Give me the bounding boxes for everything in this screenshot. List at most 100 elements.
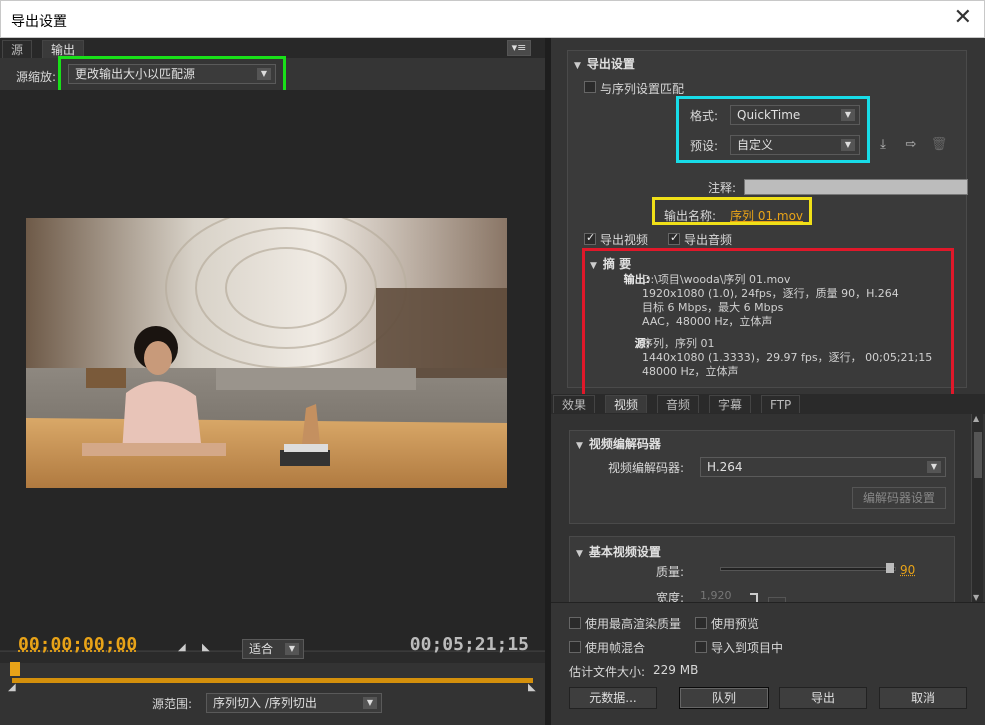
source-scale-label: 源缩放: <box>16 70 57 84</box>
estimated-size-label: 估计文件大小: <box>569 665 646 679</box>
preview-area <box>0 90 545 650</box>
settings-scrollbar[interactable]: ▲ ▼ <box>971 414 983 602</box>
source-scale-value: 更改输出大小以匹配源 <box>75 67 196 81</box>
summary-output-bitrate: 目标 6 Mbps，最大 6 Mbps <box>642 301 784 314</box>
export-settings-title[interactable]: ▼ 导出设置 <box>574 55 635 72</box>
preset-label: 预设: <box>690 139 719 153</box>
queue-button[interactable]: 队列 <box>679 687 769 709</box>
settings-panel: ▼ 导出设置 与序列设置匹配 格式: QuickTime ▼ 预设: 自定义 ▼ … <box>551 38 985 725</box>
import-into-project-checkbox[interactable] <box>695 641 707 653</box>
window-title: 导出设置 <box>11 14 67 30</box>
video-codec-section: ▼ 视频编解码器 视频编解码器: H.264 ▼ 编解码器设置 <box>569 430 955 524</box>
mark-in-icon[interactable]: ◢ <box>178 642 190 654</box>
import-into-project-label: 导入到项目中 <box>711 641 784 655</box>
triangle-down-icon: ▼ <box>576 549 583 559</box>
triangle-down-icon: ▼ <box>576 441 583 451</box>
export-options-footer: 使用最高渲染质量 使用预览 使用帧混合 导入到项目中 估计文件大小: 229 M… <box>551 602 985 725</box>
tab-effects[interactable]: 效果 <box>553 395 596 413</box>
fit-value: 适合 <box>249 642 274 656</box>
max-render-quality-label: 使用最高渲染质量 <box>585 617 682 631</box>
preview-photo <box>26 218 507 488</box>
fit-dropdown[interactable]: 适合 ▼ <box>242 639 304 659</box>
source-range-dropdown[interactable]: 序列切入 /序列切出 ▼ <box>206 693 382 713</box>
comment-label: 注释: <box>708 181 737 195</box>
source-range-value: 序列切入 /序列切出 <box>213 696 317 710</box>
match-sequence-checkbox[interactable] <box>584 81 596 93</box>
chevron-down-icon: ▼ <box>927 461 941 473</box>
summary-output-audio: AAC，48000 Hz，立体声 <box>642 315 773 328</box>
playhead-handle[interactable] <box>10 662 20 676</box>
cancel-button[interactable]: 取消 <box>879 687 967 709</box>
scroll-down-icon[interactable]: ▼ <box>973 593 979 602</box>
chevron-down-icon: ▼ <box>285 643 299 655</box>
video-codec-title[interactable]: ▼ 视频编解码器 <box>576 435 661 452</box>
quality-slider-thumb[interactable] <box>886 563 894 573</box>
mark-out-icon[interactable]: ◣ <box>202 642 214 654</box>
quality-value[interactable]: 90 <box>900 563 915 577</box>
basic-video-settings-title[interactable]: ▼ 基本视频设置 <box>576 543 661 560</box>
tab-source[interactable]: 源 <box>2 40 33 58</box>
timeline-bar[interactable] <box>12 678 533 683</box>
match-sequence-label: 与序列设置匹配 <box>600 82 685 96</box>
format-dropdown[interactable]: QuickTime ▼ <box>730 105 860 125</box>
comment-field[interactable] <box>744 179 968 195</box>
summary-source-audio: 48000 Hz，立体声 <box>642 365 739 378</box>
export-video-checkbox[interactable] <box>584 231 596 245</box>
preset-value: 自定义 <box>737 138 774 152</box>
max-render-quality-checkbox[interactable] <box>569 617 581 629</box>
source-scale-row: 源缩放: 更改输出大小以匹配源 ▼ <box>0 56 545 93</box>
panel-menu-icon[interactable]: ▾≡ <box>507 40 531 56</box>
preset-dropdown[interactable]: 自定义 ▼ <box>730 135 860 155</box>
preview-image <box>26 218 507 488</box>
tab-video[interactable]: 视频 <box>605 395 648 413</box>
use-previews-checkbox[interactable] <box>695 617 707 629</box>
video-settings-area: ▼ 视频编解码器 视频编解码器: H.264 ▼ 编解码器设置 ▼ 基本视频设置 质… <box>551 414 971 607</box>
metadata-button[interactable]: 元数据... <box>569 687 657 709</box>
quality-slider[interactable] <box>720 567 896 571</box>
timecode-out: 00;05;21;15 <box>409 634 529 655</box>
triangle-down-icon: ▼ <box>574 61 581 71</box>
width-value[interactable]: 1,920 <box>700 589 732 602</box>
use-previews-label: 使用预览 <box>711 617 760 631</box>
chevron-down-icon: ▼ <box>257 68 271 80</box>
quality-label: 质量: <box>656 565 685 579</box>
frame-blending-checkbox[interactable] <box>569 641 581 653</box>
tab-ftp[interactable]: FTP <box>761 395 801 413</box>
out-point-icon[interactable]: ◣ <box>528 682 540 694</box>
scrollbar-thumb[interactable] <box>974 432 982 478</box>
format-label: 格式: <box>690 109 719 123</box>
tab-audio[interactable]: 音频 <box>657 395 700 413</box>
scroll-up-icon[interactable]: ▲ <box>973 414 979 423</box>
summary-title[interactable]: ▼ 摘 要 <box>590 255 631 272</box>
summary-source: 序列，序列 01 1440x1080 (1.3333)，29.97 fps，逐行… <box>642 337 962 379</box>
source-range-label: 源范围: <box>152 697 193 711</box>
summary-output-video: 1920x1080 (1.0), 24fps，逐行，质量 90，H.264 <box>642 287 899 300</box>
output-name-label: 输出名称: <box>664 209 717 223</box>
summary-source-video: 1440x1080 (1.3333)，29.97 fps，逐行， 00;05;2… <box>642 351 933 364</box>
source-scale-dropdown[interactable]: 更改输出大小以匹配源 ▼ <box>68 64 276 84</box>
basic-video-settings-section: ▼ 基本视频设置 质量: 90 宽度: 1,920 <box>569 536 955 607</box>
export-audio-checkbox[interactable] <box>668 231 680 245</box>
tab-output[interactable]: 输出 <box>42 40 85 58</box>
video-codec-label: 视频编解码器: <box>608 461 685 475</box>
chevron-down-icon: ▼ <box>363 697 377 709</box>
save-preset-icon[interactable]: ⤓ <box>874 137 892 153</box>
in-point-icon[interactable]: ◢ <box>8 682 20 694</box>
timecode-in[interactable]: 00;00;00;00 <box>18 634 137 655</box>
export-button[interactable]: 导出 <box>779 687 867 709</box>
codec-settings-button[interactable]: 编解码器设置 <box>852 487 946 509</box>
format-value: QuickTime <box>737 108 801 122</box>
tab-captions[interactable]: 字幕 <box>709 395 752 413</box>
summary-output-path: D:\项目\wooda\序列 01.mov <box>642 273 791 286</box>
output-name-link[interactable]: 序列 01.mov <box>730 207 803 224</box>
settings-tabs: 效果 视频 音频 字幕 FTP <box>551 394 985 414</box>
title-bar: 导出设置 ✕ <box>0 0 985 38</box>
import-preset-icon[interactable]: ⇨ <box>902 137 920 153</box>
video-codec-value: H.264 <box>707 460 743 474</box>
close-icon[interactable]: ✕ <box>954 7 972 29</box>
video-codec-dropdown[interactable]: H.264 ▼ <box>700 457 946 477</box>
estimated-size-value: 229 MB <box>653 663 699 677</box>
delete-preset-icon[interactable]: 🗑 <box>930 137 948 153</box>
summary-source-name: 序列，序列 01 <box>642 337 715 350</box>
preview-tabs: 源 输出 ▾≡ <box>0 38 545 58</box>
